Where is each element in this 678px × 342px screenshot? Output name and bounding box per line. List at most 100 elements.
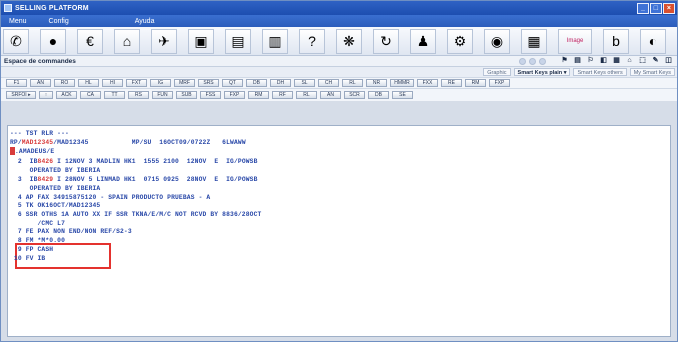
close-button[interactable]: ×: [663, 2, 675, 14]
function-key[interactable]: SCR: [344, 91, 365, 99]
function-key[interactable]: RS: [128, 91, 149, 99]
function-key[interactable]: HI: [102, 79, 123, 87]
gear-icon[interactable]: ⚙: [447, 28, 473, 54]
function-key[interactable]: TT: [104, 91, 125, 99]
cruise-icon[interactable]: ▥: [262, 28, 288, 54]
function-key[interactable]: SL: [294, 79, 315, 87]
terminal-highlight-text: 8429: [37, 176, 54, 183]
euro-icon[interactable]: €: [77, 28, 103, 54]
function-key[interactable]: ACK: [56, 91, 77, 99]
function-key[interactable]: HMMR: [390, 79, 414, 87]
function-key[interactable]: CA: [80, 91, 101, 99]
smart-keys-button[interactable]: My Smart Keys: [629, 68, 675, 76]
refresh-icon[interactable]: ↻: [373, 28, 399, 54]
menu-item-menu[interactable]: Menu: [9, 18, 27, 25]
terminal-text: 8 FM *M*0.00: [10, 237, 66, 244]
function-key[interactable]: RE: [441, 79, 462, 87]
maximize-button[interactable]: □: [650, 2, 662, 14]
function-key[interactable]: RL: [342, 79, 363, 87]
terminal-highlight-text: MAD12345: [21, 139, 54, 146]
terminal-text: .AMADEUS/E: [15, 148, 55, 155]
terminal-text: /CMC L7: [10, 220, 66, 227]
globe-icon[interactable]: ✆: [3, 28, 29, 54]
function-key[interactable]: SUB: [176, 91, 197, 99]
function-key[interactable]: FXT: [126, 79, 147, 87]
window-controls: _ □ ×: [636, 2, 675, 14]
function-key[interactable]: RM: [248, 91, 269, 99]
terminal-text: 6 SSR OTHS 1A AUTO XX IF SSR TKNA/E/M/C …: [10, 211, 262, 218]
terminal-text: 4 AP FAX 34915875120 - SPAIN PRODUCTO PR…: [10, 194, 211, 201]
help-icon[interactable]: ?: [299, 28, 325, 54]
function-key[interactable]: RL: [296, 91, 317, 99]
person-icon[interactable]: ♟: [410, 28, 436, 54]
terminal-text: I 12NOV 3 MADLIN HK1 1555 2100 12NOV E I…: [53, 158, 258, 165]
smart-keys-button[interactable]: Smart Keys others: [573, 68, 627, 76]
hotel-icon[interactable]: ⌂: [114, 28, 140, 54]
terminal-text: /MAD12345 MP/SU 16OCT09/0722Z 6LWAWW: [53, 139, 246, 146]
function-key[interactable]: RM: [465, 79, 486, 87]
status-dot: [519, 57, 526, 65]
smart-keys-button[interactable]: Graphic: [483, 68, 511, 76]
menu-bar: Menu Config Ayuda: [1, 15, 677, 27]
function-key[interactable]: FUN: [152, 91, 173, 99]
function-key[interactable]: IG: [150, 79, 171, 87]
mini-tool-icon[interactable]: ◧: [599, 57, 608, 65]
function-keys-row-1: F1 AN RO HL HI FXT IG MRF SRS QT DB DH SL CH RL NR HMMR F…: [1, 77, 677, 88]
function-key[interactable]: SRS: [198, 79, 219, 87]
function-key[interactable]: DB: [246, 79, 267, 87]
function-key[interactable]: NR: [366, 79, 387, 87]
status-dot: [529, 57, 536, 65]
function-key[interactable]: DB: [368, 91, 389, 99]
function-key[interactable]: CH: [318, 79, 339, 87]
status-indicators: [516, 57, 546, 65]
function-key[interactable]: AN: [30, 79, 51, 87]
function-key[interactable]: FXP: [224, 91, 245, 99]
terminal-text: 10 FV IB: [10, 255, 46, 262]
function-key[interactable]: RF: [272, 91, 293, 99]
car-icon[interactable]: ▣: [188, 28, 214, 54]
menu-item-config[interactable]: Config: [49, 18, 69, 25]
smart-keys-button[interactable]: Smart Keys plain ▾: [513, 68, 571, 76]
function-key[interactable]: ↑: [39, 91, 53, 99]
terminal-text: OPERATED BY IBERIA: [10, 167, 101, 174]
calendar-icon[interactable]: ▦: [521, 28, 547, 54]
palette-icon[interactable]: ◐: [640, 28, 666, 54]
function-key[interactable]: SE: [392, 91, 413, 99]
function-key[interactable]: FXX: [417, 79, 438, 87]
mini-tool-icon[interactable]: ⚑: [560, 57, 569, 65]
terminal-text: 9 FP CASH: [10, 246, 54, 253]
function-key[interactable]: DH: [270, 79, 291, 87]
menu-item-ayuda[interactable]: Ayuda: [135, 18, 155, 25]
mini-tool-icon[interactable]: ⬚: [638, 57, 647, 65]
function-key[interactable]: QT: [222, 79, 243, 87]
function-key[interactable]: FSS: [200, 91, 221, 99]
app-window: SELLING PLATFORM _ □ × Menu Config Ayuda…: [0, 0, 678, 342]
mini-tool-icon[interactable]: ⌂: [625, 57, 634, 65]
command-header: Espace de commandes ⚑ ▤ ⚐ ◧ ▦ ⌂ ⬚ ✎ ◫: [1, 56, 677, 67]
function-key[interactable]: HL: [78, 79, 99, 87]
info-icon[interactable]: ◉: [484, 28, 510, 54]
function-key[interactable]: FXP: [489, 79, 510, 87]
function-key[interactable]: MRF: [174, 79, 195, 87]
app-logo-icon: [4, 4, 12, 12]
mini-tool-icon[interactable]: ⚐: [586, 57, 595, 65]
image-button[interactable]: Image: [558, 28, 592, 54]
train-icon[interactable]: ▤: [225, 28, 251, 54]
star-icon[interactable]: ❋: [336, 28, 362, 54]
function-keys-row-2: SRFOI ▸ ↑ ACK CA TT RS FUN SUB FSS FXP RM RF RL AN SCR…: [1, 88, 677, 101]
function-key[interactable]: RO: [54, 79, 75, 87]
record-icon[interactable]: ●: [40, 28, 66, 54]
status-dot: [539, 57, 546, 65]
mini-tool-icon[interactable]: ✎: [651, 57, 660, 65]
bookmark-icon[interactable]: b: [603, 28, 629, 54]
plane-icon[interactable]: ✈: [151, 28, 177, 54]
mini-tool-icon[interactable]: ▦: [612, 57, 621, 65]
terminal-line: 10 FV IB: [10, 254, 45, 264]
minimize-button[interactable]: _: [637, 2, 649, 14]
cryptic-terminal[interactable]: --- TST RLR --- RP/MAD12345/MAD12345 MP/S…: [7, 125, 671, 337]
mini-tool-icon[interactable]: ◫: [664, 57, 673, 65]
function-key[interactable]: SRFOI ▸: [6, 91, 36, 99]
mini-tool-icon[interactable]: ▤: [573, 57, 582, 65]
function-key[interactable]: F1: [6, 79, 27, 87]
function-key[interactable]: AN: [320, 91, 341, 99]
